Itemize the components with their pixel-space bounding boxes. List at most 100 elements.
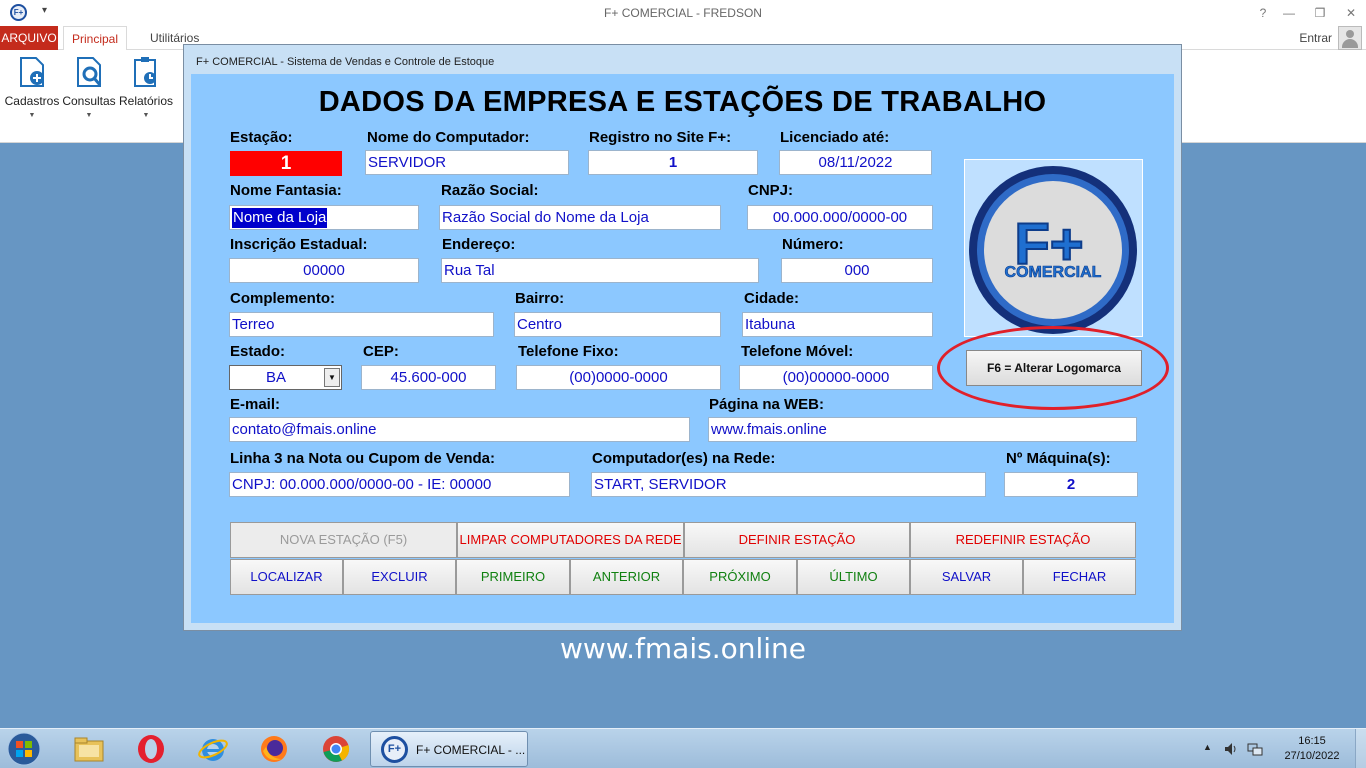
f-plus-task-icon: F+: [381, 736, 408, 763]
estado-value: BA: [266, 369, 287, 386]
redefinir-estacao-button[interactable]: REDEFINIR ESTAÇÃO: [910, 522, 1136, 558]
chrome-icon[interactable]: [320, 733, 352, 765]
cep-field[interactable]: 45.600-000: [361, 365, 496, 390]
email-label: E-mail:: [230, 396, 281, 413]
clock-time: 16:15: [1298, 735, 1326, 747]
minimize-button[interactable]: —: [1274, 3, 1304, 23]
show-desktop-button[interactable]: [1355, 729, 1366, 768]
tab-principal[interactable]: Principal: [63, 26, 128, 51]
fone-movel-field[interactable]: (00)00000-0000: [739, 365, 933, 390]
sign-in-link[interactable]: Entrar: [1299, 31, 1332, 45]
cadastros-label: Cadastros: [4, 94, 60, 108]
rede-label: Computador(es) na Rede:: [592, 450, 776, 467]
chevron-down-icon: ▼: [142, 112, 150, 119]
fone-movel-label: Telefone Móvel:: [741, 343, 854, 360]
chevron-down-icon[interactable]: ▼: [324, 368, 340, 387]
proximo-button[interactable]: PRÓXIMO: [683, 559, 797, 595]
company-data-dialog: F+ COMERCIAL - Sistema de Vendas e Contr…: [183, 44, 1182, 631]
taskbar: F+ F+ COMERCIAL - ... ▲ 16:15 27/10/2022: [0, 728, 1366, 768]
app-title-bar: F+ ▾ F+ COMERCIAL - FREDSON ? — ❒ ✕: [0, 0, 1366, 26]
complemento-label: Complemento:: [230, 290, 335, 307]
primeiro-button[interactable]: PRIMEIRO: [456, 559, 570, 595]
cnpj-label: CNPJ:: [748, 182, 794, 199]
chevron-down-icon: ▼: [85, 112, 93, 119]
firefox-icon[interactable]: [258, 733, 290, 765]
maquinas-field[interactable]: 2: [1004, 472, 1138, 497]
estado-label: Estado:: [230, 343, 286, 360]
computador-field[interactable]: SERVIDOR: [365, 150, 569, 175]
fantasia-label: Nome Fantasia:: [230, 182, 342, 199]
licenciado-field[interactable]: 08/11/2022: [779, 150, 932, 175]
register-icon: [20, 57, 44, 87]
change-logo-button[interactable]: F6 = Alterar Logomarca: [966, 350, 1142, 386]
registro-label: Registro no Site F+:: [589, 129, 732, 146]
maquinas-label: Nº Máquina(s):: [1006, 450, 1111, 467]
tray-expand-icon[interactable]: ▲: [1203, 742, 1212, 752]
estacao-label: Estação:: [230, 129, 293, 146]
network-icon[interactable]: [1247, 741, 1263, 757]
page-title: DADOS DA EMPRESA E ESTAÇÕES DE TRABALHO: [318, 86, 1047, 118]
ie-label: Inscrição Estadual:: [230, 236, 368, 253]
razao-label: Razão Social:: [441, 182, 539, 199]
chevron-down-icon: ▼: [28, 112, 36, 119]
numero-field[interactable]: 000: [781, 258, 933, 283]
logo-small-text: COMERCIAL: [1005, 264, 1102, 281]
cadastros-button[interactable]: Cadastros ▼: [4, 56, 60, 122]
user-avatar-icon[interactable]: [1338, 26, 1362, 50]
opera-icon[interactable]: [135, 733, 167, 765]
taskbar-app-fcomercial[interactable]: F+ F+ COMERCIAL - ...: [370, 731, 528, 767]
cep-label: CEP:: [363, 343, 399, 360]
estado-select[interactable]: BA ▼: [229, 365, 342, 390]
nova-estacao-button[interactable]: NOVA ESTAÇÃO (F5): [230, 522, 457, 558]
dialog-title: F+ COMERCIAL - Sistema de Vendas e Contr…: [196, 56, 495, 68]
cidade-field[interactable]: Itabuna: [742, 312, 933, 337]
bairro-label: Bairro:: [515, 290, 565, 307]
salvar-button[interactable]: SALVAR: [910, 559, 1023, 595]
consultas-label: Consultas: [62, 94, 116, 108]
fechar-button[interactable]: FECHAR: [1023, 559, 1136, 595]
complemento-field[interactable]: Terreo: [229, 312, 494, 337]
web-field[interactable]: www.fmais.online: [708, 417, 1137, 442]
excluir-button[interactable]: EXCLUIR: [343, 559, 456, 595]
cnpj-field[interactable]: 00.000.000/0000-00: [747, 205, 933, 230]
ultimo-button[interactable]: ÚLTIMO: [797, 559, 910, 595]
search-icon: [77, 57, 102, 87]
speaker-icon[interactable]: [1223, 741, 1239, 757]
fantasia-field[interactable]: Nome da Loja: [229, 205, 419, 230]
restore-button[interactable]: ❒: [1305, 3, 1335, 23]
cidade-label: Cidade:: [744, 290, 800, 307]
endereco-field[interactable]: Rua Tal: [441, 258, 759, 283]
localizar-button[interactable]: LOCALIZAR: [230, 559, 343, 595]
report-icon: [134, 57, 156, 87]
fone-fixo-field[interactable]: (00)0000-0000: [516, 365, 721, 390]
taskbar-app-title: F+ COMERCIAL - ...: [416, 743, 526, 757]
fone-fixo-label: Telefone Fixo:: [518, 343, 619, 360]
f-plus-logo-icon: F+ COMERCIAL: [969, 166, 1137, 334]
ie-field[interactable]: 00000: [229, 258, 419, 283]
linha3-label: Linha 3 na Nota ou Cupom de Venda:: [230, 450, 496, 467]
rede-field[interactable]: START, SERVIDOR: [591, 472, 986, 497]
estacao-field[interactable]: 1: [230, 151, 342, 176]
anterior-button[interactable]: ANTERIOR: [570, 559, 683, 595]
registro-field[interactable]: 1: [588, 150, 758, 175]
email-field[interactable]: contato@fmais.online: [229, 417, 690, 442]
company-logo: F+ COMERCIAL: [964, 159, 1143, 337]
web-label: Página na WEB:: [709, 396, 825, 413]
tab-arquivo[interactable]: ARQUIVO: [0, 26, 58, 50]
computador-label: Nome do Computador:: [367, 129, 530, 146]
internet-explorer-icon[interactable]: [197, 733, 229, 765]
system-clock[interactable]: 16:15 27/10/2022: [1280, 734, 1344, 764]
razao-field[interactable]: Razão Social do Nome da Loja: [439, 205, 721, 230]
numero-label: Número:: [782, 236, 844, 253]
linha3-field[interactable]: CNPJ: 00.000.000/0000-00 - IE: 00000: [229, 472, 570, 497]
definir-estacao-button[interactable]: DEFINIR ESTAÇÃO: [684, 522, 910, 558]
relatorios-button[interactable]: Relatórios ▼: [118, 56, 174, 122]
limpar-computadores-button[interactable]: LIMPAR COMPUTADORES DA REDE: [457, 522, 684, 558]
consultas-button[interactable]: Consultas ▼: [61, 56, 117, 122]
file-explorer-icon[interactable]: [73, 733, 105, 765]
window-title: F+ COMERCIAL - FREDSON: [604, 6, 762, 20]
relatorios-label: Relatórios: [118, 94, 174, 108]
bairro-field[interactable]: Centro: [514, 312, 721, 337]
windows-start-icon[interactable]: [4, 731, 44, 767]
close-button[interactable]: ✕: [1336, 3, 1366, 23]
